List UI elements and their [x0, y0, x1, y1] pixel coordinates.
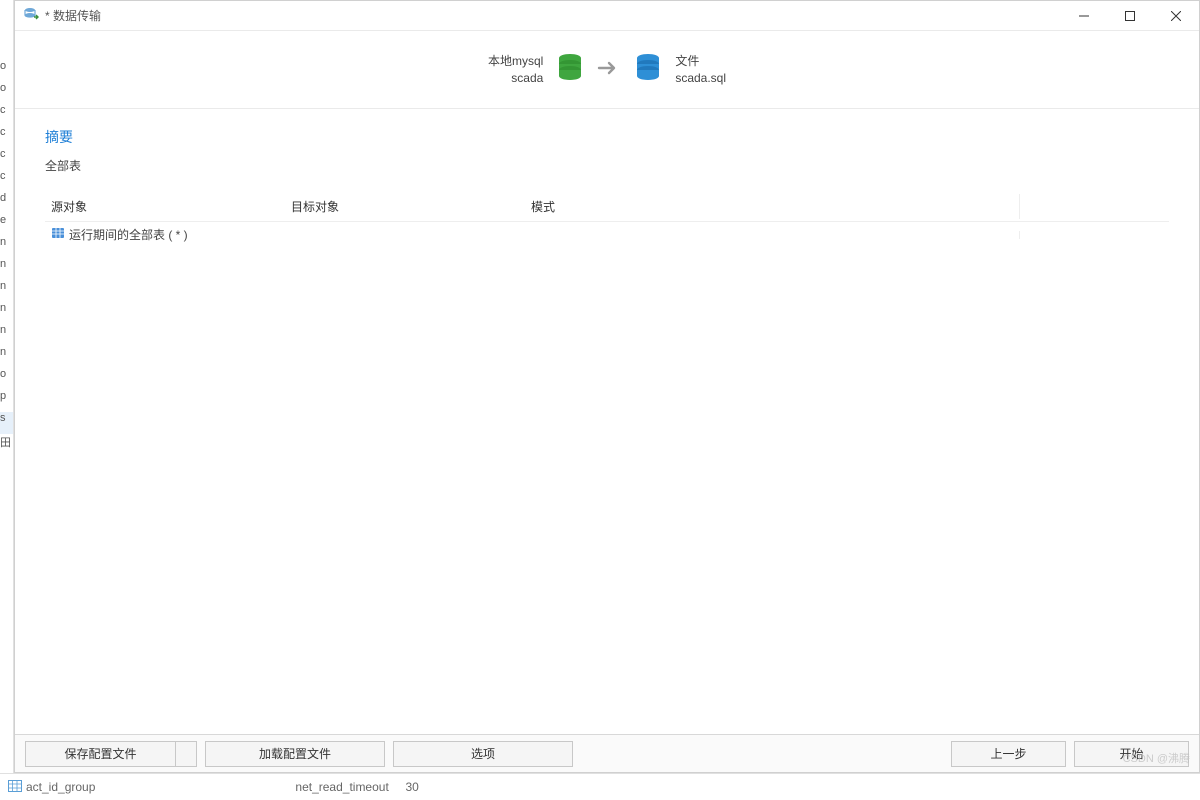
save-config-dropdown[interactable]: [175, 741, 197, 767]
window-titlebar: * 数据传输: [15, 1, 1199, 31]
background-footer: act_id_group net_read_timeout 30: [0, 773, 1200, 800]
background-sidebar: ooccc cdenn nnnno ps田: [0, 0, 14, 800]
summary-subtitle: 全部表: [45, 157, 1169, 174]
target-label: 文件 scada.sql: [675, 53, 726, 87]
objects-table: 源对象 目标对象 模式 运行期间的全部表 ( * ): [15, 178, 1199, 734]
bottom-button-bar: 保存配置文件 加载配置文件 选项 上一步 开始: [15, 734, 1199, 772]
source-name: 本地mysql: [488, 53, 543, 70]
previous-button[interactable]: 上一步: [951, 741, 1066, 767]
table-row[interactable]: 运行期间的全部表 ( * ): [45, 222, 1169, 247]
col-mode[interactable]: 模式: [525, 194, 1019, 219]
row-target-text: [285, 231, 525, 239]
row-source-text: 运行期间的全部表 ( * ): [69, 226, 188, 243]
options-button[interactable]: 选项: [393, 741, 573, 767]
database-target-icon: [635, 53, 661, 86]
footer-val: 30: [405, 780, 418, 794]
window-title: * 数据传输: [45, 7, 101, 24]
minimize-button[interactable]: [1061, 1, 1107, 30]
table-icon: [51, 226, 65, 243]
app-icon: [23, 6, 39, 25]
target-file: scada.sql: [675, 70, 726, 87]
arrow-right-icon: [597, 60, 621, 79]
save-config-button[interactable]: 保存配置文件: [25, 741, 175, 767]
window-controls: [1061, 1, 1199, 30]
summary-section: 摘要 全部表: [15, 109, 1199, 178]
maximize-button[interactable]: [1107, 1, 1153, 30]
table-header: 源对象 目标对象 模式: [45, 194, 1169, 222]
data-transfer-window: * 数据传输 本地mysql scada: [14, 0, 1200, 773]
close-button[interactable]: [1153, 1, 1199, 30]
col-source[interactable]: 源对象: [45, 194, 285, 219]
source-db: scada: [511, 70, 543, 87]
summary-title: 摘要: [45, 127, 1169, 147]
footer-key: net_read_timeout: [295, 780, 388, 794]
load-config-button[interactable]: 加载配置文件: [205, 741, 385, 767]
transfer-header: 本地mysql scada: [15, 31, 1199, 109]
database-source-icon: [557, 53, 583, 86]
save-config-split-button[interactable]: 保存配置文件: [25, 741, 197, 767]
source-label: 本地mysql scada: [488, 53, 543, 87]
table-icon: [8, 780, 22, 795]
col-target[interactable]: 目标对象: [285, 194, 525, 219]
watermark: CSDN @沸腾: [1123, 750, 1190, 766]
col-spacer: [1019, 194, 1169, 219]
target-type: 文件: [675, 53, 699, 70]
footer-left-text: act_id_group: [26, 780, 95, 794]
row-mode-text: [525, 231, 1019, 239]
